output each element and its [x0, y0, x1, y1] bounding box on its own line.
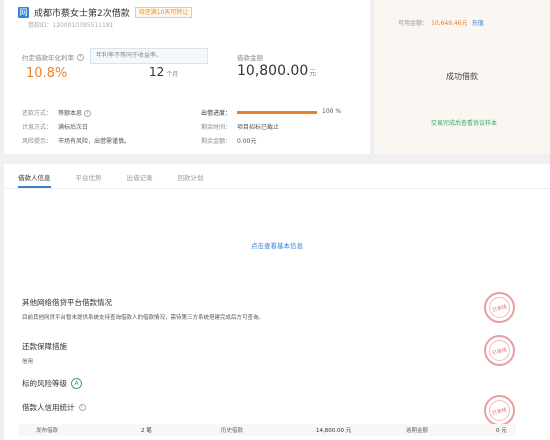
progress-bar	[237, 111, 317, 114]
online-loan-icon: 网	[18, 7, 29, 18]
info-icon[interactable]: i	[84, 110, 92, 117]
term-value: 12 个月	[149, 65, 179, 79]
transfer-tag: 待还满10天可转让	[134, 7, 193, 18]
interest-method: 计息方式： 满标后次日	[22, 124, 89, 131]
credit-stats-title: 借款人信用统计 i	[22, 402, 86, 413]
loan-title-row: 网 成都市蔡女士第2次借款 待还满10天可转让	[18, 6, 193, 19]
verified-stamp: 已审核	[484, 395, 515, 426]
tab-lending-records[interactable]: 出借记录	[127, 172, 153, 188]
repay-method: 还款方式： 等额本息 i	[22, 108, 92, 117]
loan-title: 成都市蔡女士第2次借款	[34, 9, 130, 19]
amount-label: 借款金额	[237, 54, 263, 62]
other-platform-desc: 目前其他网贷平台暂未提供系统支持查询借款人的借款情况，需待第三方系统搭建完成后方…	[22, 315, 265, 321]
contract-sample-link[interactable]: 交易完成后查看协议样本	[398, 118, 530, 127]
recharge-link[interactable]: 充值	[472, 20, 484, 27]
available-balance: 可用金额： 10,649.46元 充值	[398, 20, 484, 27]
verified-stamp: 已审核	[484, 335, 515, 366]
detail-tabs: 借款人信息 平台优势 出借记录 回款计划	[18, 172, 204, 188]
stat-value: 14,800.00 元	[316, 428, 352, 434]
detail-card: 借款人信息 平台优势 出借记录 回款计划 点击查看基本信息 其他网络借贷平台借款…	[4, 164, 550, 440]
verified-stamp: 已审核	[484, 292, 515, 323]
risk-notice: 风险提示： 市场有风险，出借需谨慎。	[22, 138, 131, 145]
stat-value: 2 笔	[141, 428, 152, 434]
stat-label: 发布借款	[36, 428, 59, 434]
stat-label: 历史借款	[221, 428, 244, 434]
remaining-time: 剩余时间： 项目招标已截止	[201, 124, 280, 131]
risk-level-title: 标的风险等级 A	[22, 378, 82, 389]
rate-tooltip: 年利率不等同于收益率。	[90, 48, 208, 64]
other-platform-title: 其他网络借贷平台借款情况	[22, 298, 112, 307]
credit-stats-row: 发布借款 2 笔 历史借款 14,800.00 元 逾期金额 0 元	[18, 424, 516, 436]
tab-borrower-info[interactable]: 借款人信息	[18, 172, 51, 188]
loan-status-button[interactable]: 成功借款	[402, 63, 522, 91]
info-icon[interactable]: i	[77, 53, 84, 61]
view-basic-info-link[interactable]: 点击查看基本信息	[4, 240, 550, 250]
stat-label: 逾期金额	[406, 428, 429, 434]
loan-summary-card: 网 成都市蔡女士第2次借款 待还满10天可转让 借款ID：12000103955…	[4, 0, 370, 154]
tab-platform-advantage[interactable]: 平台优势	[76, 172, 102, 188]
tabs-divider	[4, 188, 550, 189]
progress-label: 出借进度：	[201, 110, 232, 117]
info-icon[interactable]: i	[78, 404, 86, 411]
tab-repayment-plan[interactable]: 回款计划	[178, 172, 204, 188]
progress-fill	[237, 111, 317, 114]
stat-value: 0 元	[496, 428, 507, 434]
loan-id: 借款ID：1200010395511181	[28, 22, 114, 29]
rate-value: 10.8%	[26, 66, 68, 81]
rate-label: 约定借款年化利率 i	[22, 52, 84, 62]
risk-level-badge: A	[71, 378, 82, 389]
amount-value: 10,800.00元	[237, 63, 317, 79]
guarantee-value: 信用	[22, 359, 34, 365]
guarantee-title: 还款保障措施	[22, 342, 67, 351]
progress-percent: 100 %	[322, 108, 342, 115]
remaining-amount: 剩余金额： 0.00元	[201, 138, 257, 145]
